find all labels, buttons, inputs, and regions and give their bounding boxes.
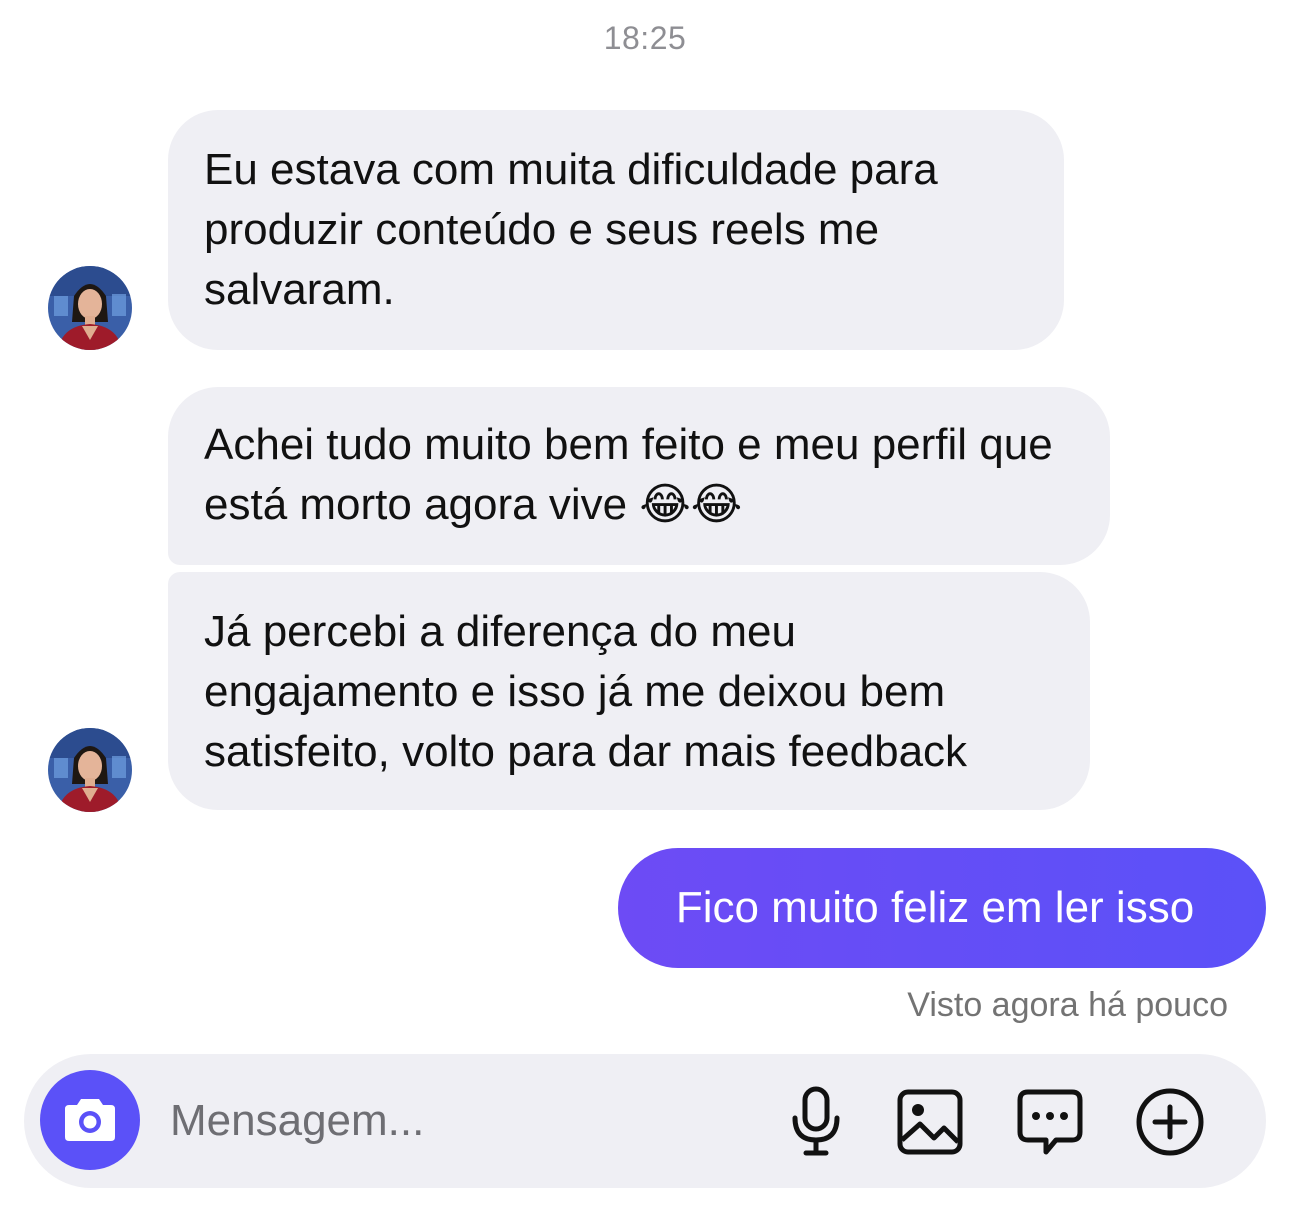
message-text: Achei tudo muito bem feito e meu perfil …	[204, 420, 1053, 529]
more-options-button[interactable]	[1134, 1086, 1206, 1158]
sticker-chat-icon	[1017, 1089, 1083, 1155]
microphone-icon	[792, 1086, 840, 1156]
image-icon	[897, 1089, 963, 1155]
microphone-button[interactable]	[780, 1086, 852, 1158]
avatar[interactable]	[48, 266, 132, 350]
message-input[interactable]	[170, 1084, 750, 1158]
sticker-button[interactable]	[1014, 1086, 1086, 1158]
message-composer	[24, 1054, 1266, 1188]
message-text: Eu estava com muita dificuldade para pro…	[204, 145, 938, 314]
received-message-3[interactable]: Já percebi a diferença do meu engajament…	[168, 572, 1090, 810]
camera-icon	[65, 1099, 115, 1141]
avatar[interactable]	[48, 728, 132, 812]
avatar-photo	[48, 266, 132, 350]
gallery-button[interactable]	[894, 1086, 966, 1158]
message-timestamp: 18:25	[603, 20, 687, 56]
sent-message[interactable]: Fico muito feliz em ler isso	[618, 848, 1266, 968]
seen-status: Visto agora há pouco	[907, 986, 1228, 1024]
received-message-1[interactable]: Eu estava com muita dificuldade para pro…	[168, 110, 1064, 350]
avatar-photo	[48, 728, 132, 812]
camera-button[interactable]	[40, 1070, 140, 1170]
message-text: Fico muito feliz em ler isso	[675, 883, 1195, 932]
received-message-2[interactable]: Achei tudo muito bem feito e meu perfil …	[168, 387, 1110, 565]
plus-icon	[1136, 1088, 1204, 1156]
message-text: Já percebi a diferença do meu engajament…	[204, 607, 968, 776]
